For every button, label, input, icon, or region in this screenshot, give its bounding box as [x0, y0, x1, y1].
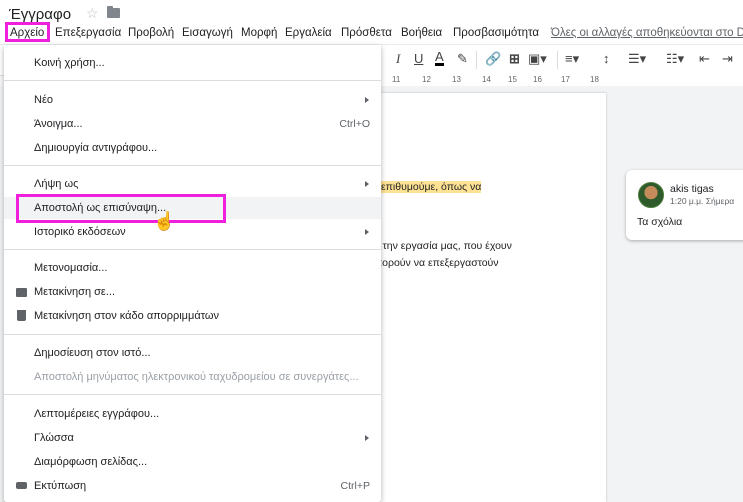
menu-item-open[interactable]: Άνοιγμα... Ctrl+O	[4, 113, 381, 135]
numbered-list-icon[interactable]: ☰▾	[628, 51, 646, 67]
menu-item-label: Εκτύπωση	[34, 480, 87, 492]
title-bar: Έγγραφο ☆	[0, 0, 743, 24]
submenu-arrow-icon	[365, 181, 369, 187]
folder-icon	[16, 288, 27, 297]
avatar	[638, 182, 664, 208]
comment-author: akis tigas	[670, 183, 714, 195]
menu-item-label: Μετακίνηση σε...	[34, 286, 116, 298]
menu-item-language[interactable]: Γλώσσα	[4, 427, 381, 449]
menu-item-label: Ιστορικό εκδόσεων	[34, 226, 126, 238]
menu-item-label: Νέο	[34, 94, 53, 106]
menu-item-make-copy[interactable]: Δημιουργία αντιγράφου...	[4, 137, 381, 159]
menu-shortcut: Ctrl+P	[340, 480, 370, 492]
hand-cursor-icon: ☝	[153, 211, 176, 231]
menu-addons[interactable]: Πρόσθετα	[341, 27, 392, 39]
submenu-arrow-icon	[365, 229, 369, 235]
ruler-mark: 11	[392, 75, 401, 84]
file-menu-highlight-box	[5, 22, 50, 42]
menu-format[interactable]: Μορφή	[241, 27, 277, 39]
menu-edit[interactable]: Επεξεργασία	[55, 27, 121, 39]
menu-item-label: Κοινή χρήση...	[34, 57, 105, 69]
document-text-line[interactable]: μπορούν να επεξεργαστούν	[369, 257, 499, 269]
comment-card[interactable]: akis tigas 1:20 μ.μ. Σήμερα Τα σχόλια	[626, 170, 743, 240]
toolbar-divider	[476, 51, 477, 69]
menu-divider	[4, 80, 381, 81]
folder-icon[interactable]	[107, 6, 120, 18]
menu-item-label: Άνοιγμα...	[34, 118, 83, 130]
bulleted-list-icon[interactable]: ☷▾	[666, 51, 684, 67]
add-comment-icon[interactable]: ⊞	[509, 51, 520, 67]
line-spacing-icon[interactable]: ↕	[603, 51, 610, 66]
ruler-mark: 15	[508, 75, 517, 84]
menu-item-label: Δημιουργία αντιγράφου...	[34, 142, 158, 154]
menu-item-move[interactable]: Μετακίνηση σε...	[4, 281, 381, 303]
menu-divider	[4, 334, 381, 335]
menu-item-label: Διαμόρφωση σελίδας...	[34, 456, 148, 468]
insert-image-icon[interactable]: ▣▾	[528, 51, 547, 67]
text-color-icon[interactable]: A	[435, 50, 444, 66]
menu-item-label: Λήψη ως	[34, 178, 79, 190]
submenu-arrow-icon	[365, 97, 369, 103]
menu-item-label: Δημοσίευση στον ιστό...	[34, 347, 151, 359]
file-menu-dropdown: Κοινή χρήση... Νέο Άνοιγμα... Ctrl+O Δημ…	[4, 45, 381, 502]
decrease-indent-icon[interactable]: ⇤	[699, 51, 710, 67]
menu-item-label: Λεπτομέρειες εγγράφου...	[34, 408, 160, 420]
document-title[interactable]: Έγγραφο	[9, 6, 71, 23]
star-icon[interactable]: ☆	[86, 5, 99, 22]
ruler-mark: 18	[590, 75, 599, 84]
menu-insert[interactable]: Εισαγωγή	[182, 27, 233, 39]
menu-item-email-collaborators: Αποστολή μηνύματος ηλεκτρονικού ταχυδρομ…	[4, 366, 381, 388]
menu-item-label: Αποστολή μηνύματος ηλεκτρονικού ταχυδρομ…	[34, 371, 359, 383]
menu-tools[interactable]: Εργαλεία	[285, 27, 332, 39]
menu-item-rename[interactable]: Μετονομασία...	[4, 257, 381, 279]
menu-item-share[interactable]: Κοινή χρήση...	[4, 52, 381, 74]
menu-item-new[interactable]: Νέο	[4, 89, 381, 111]
ruler-mark: 12	[422, 75, 431, 84]
menu-item-page-setup[interactable]: Διαμόρφωση σελίδας...	[4, 451, 381, 473]
align-icon[interactable]: ≡▾	[565, 51, 579, 67]
menu-item-details[interactable]: Λεπτομέρειες εγγράφου...	[4, 403, 381, 425]
menu-item-label: Μετακίνηση στον κάδο απορριμμάτων	[34, 310, 219, 322]
menu-divider	[4, 394, 381, 395]
menu-item-label: Μετονομασία...	[34, 262, 108, 274]
ruler-mark: 13	[452, 75, 461, 84]
increase-indent-icon[interactable]: ⇥	[722, 51, 733, 67]
ruler-mark: 17	[561, 75, 570, 84]
italic-icon[interactable]: I	[396, 51, 400, 67]
link-icon[interactable]: 🔗	[485, 51, 501, 67]
menu-divider	[4, 165, 381, 166]
menu-item-download[interactable]: Λήψη ως	[4, 173, 381, 195]
document-text-line[interactable]: με την εργασία μας, που έχουν	[369, 240, 512, 252]
comment-time: 1:20 μ.μ. Σήμερα	[670, 196, 735, 206]
underline-icon[interactable]: U	[414, 51, 423, 66]
email-attachment-highlight-box	[16, 194, 226, 223]
menu-item-print[interactable]: Εκτύπωση Ctrl+P	[4, 475, 381, 497]
menu-item-version-history[interactable]: Ιστορικό εκδόσεων	[4, 221, 381, 243]
submenu-arrow-icon	[365, 435, 369, 441]
ruler-mark: 14	[482, 75, 491, 84]
menu-divider	[4, 249, 381, 250]
menu-item-label: Γλώσσα	[34, 432, 74, 444]
ruler-mark: 16	[533, 75, 542, 84]
menu-bar: Αρχείο Επεξεργασία Προβολή Εισαγωγή Μορφ…	[0, 24, 743, 44]
toolbar-divider	[557, 51, 558, 69]
comment-text: Τα σχόλια	[637, 216, 683, 228]
document-text-line[interactable]: επιθυμούμε, όπως να	[381, 181, 482, 193]
save-status-link[interactable]: Όλες οι αλλαγές αποθηκεύονται στο Drive	[551, 27, 743, 39]
menu-accessibility[interactable]: Προσβασιμότητα	[453, 27, 539, 39]
trash-icon	[17, 310, 26, 321]
menu-item-trash[interactable]: Μετακίνηση στον κάδο απορριμμάτων	[4, 305, 381, 327]
print-icon	[16, 482, 27, 489]
menu-item-publish[interactable]: Δημοσίευση στον ιστό...	[4, 342, 381, 364]
menu-view[interactable]: Προβολή	[128, 27, 174, 39]
highlight-icon[interactable]: ✎	[457, 51, 468, 67]
menu-help[interactable]: Βοήθεια	[401, 27, 442, 39]
menu-shortcut: Ctrl+O	[339, 118, 370, 130]
